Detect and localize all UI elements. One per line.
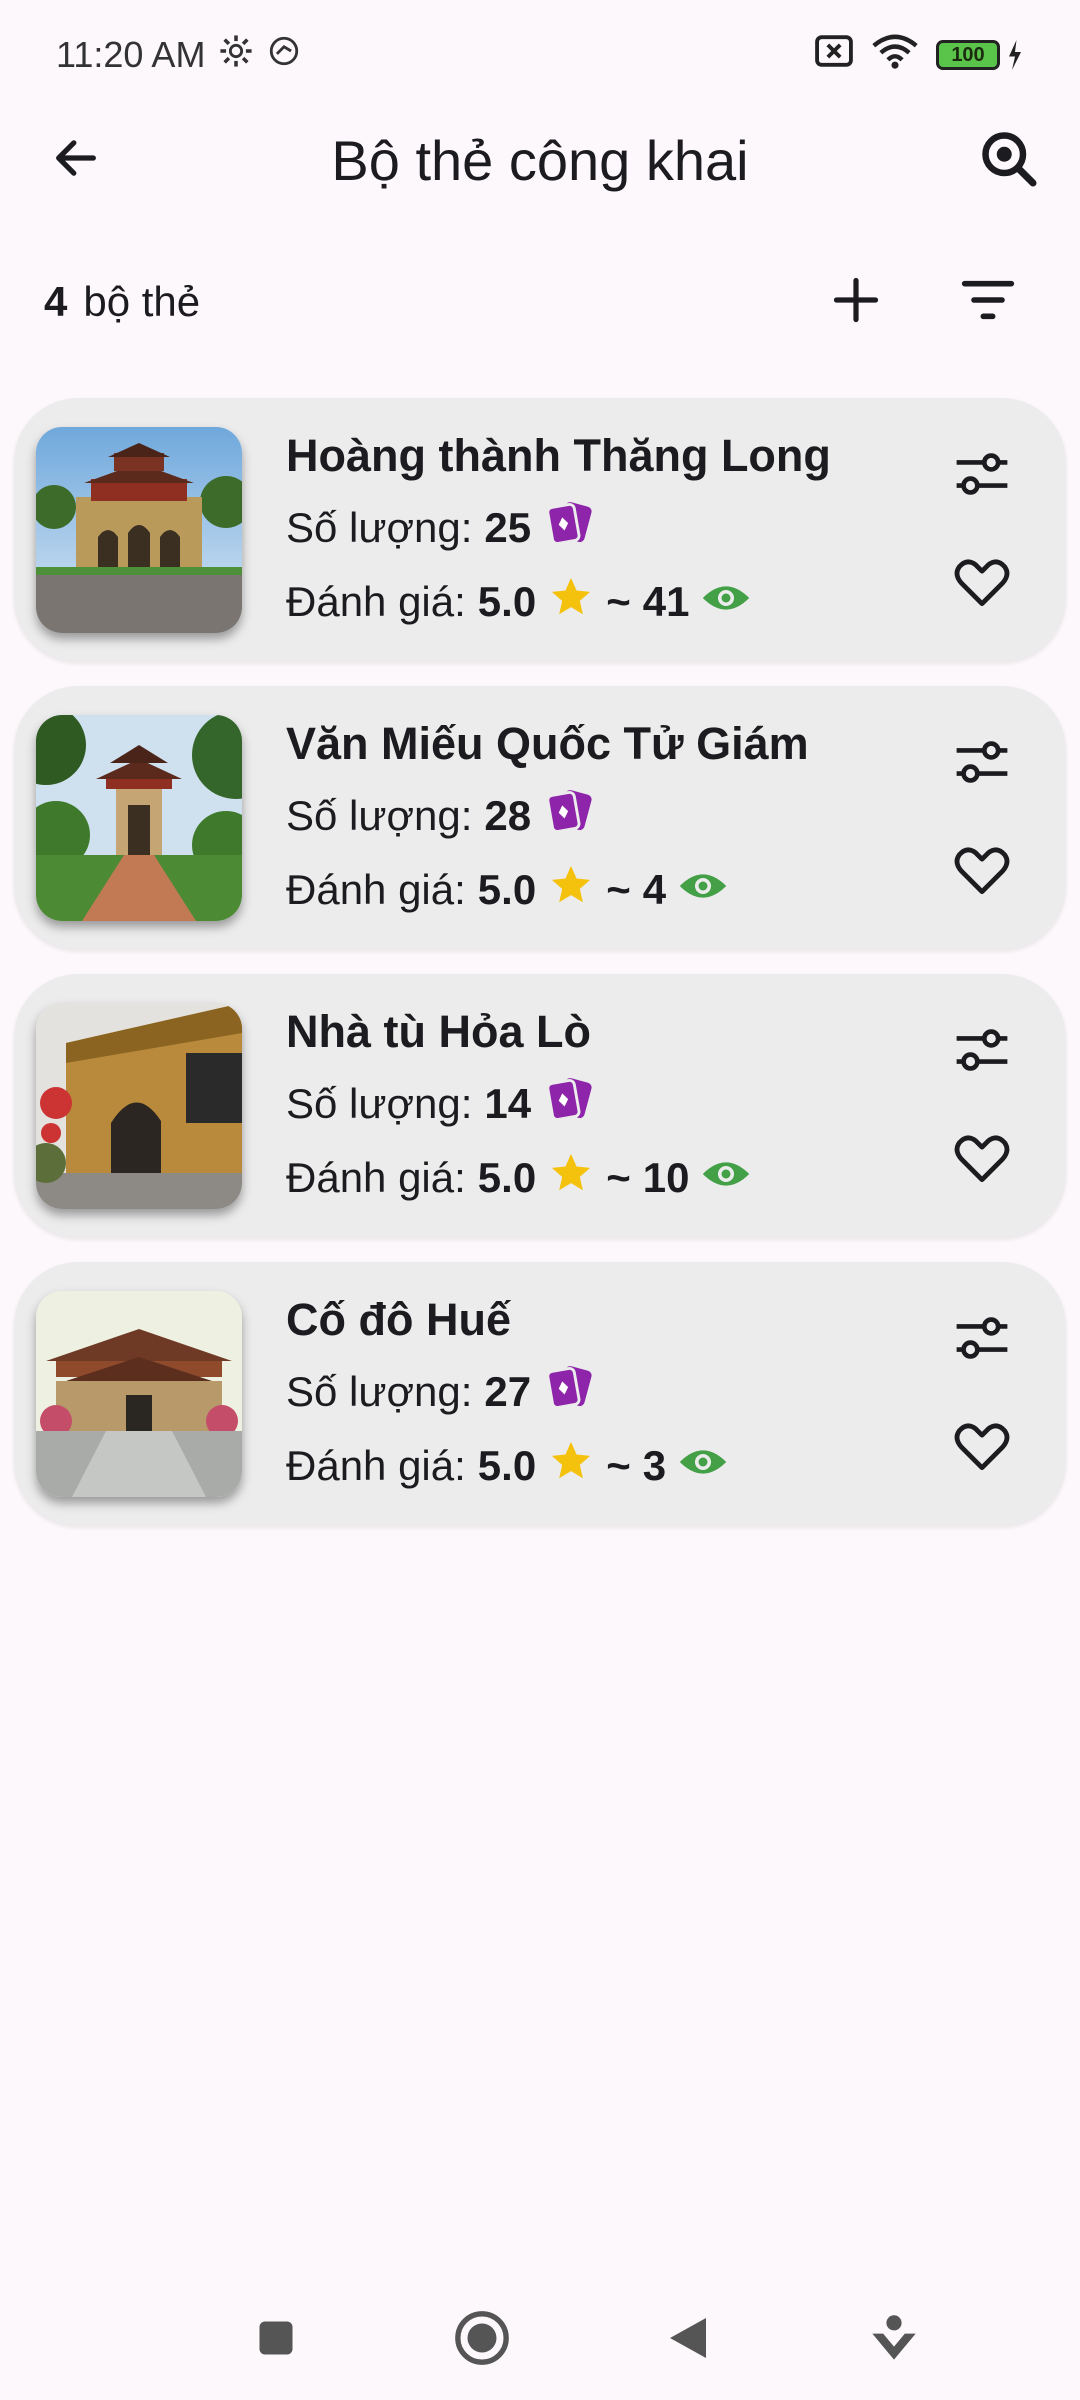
tilde: ~: [606, 578, 631, 625]
views-value: 4: [642, 866, 667, 913]
sliders-icon: [952, 448, 1012, 505]
battery-icon: 100: [936, 40, 1024, 70]
search-icon: [978, 128, 1038, 193]
cards-icon: [543, 1076, 595, 1132]
tilde: ~: [606, 1154, 631, 1201]
quantity-label: Số lượng:: [286, 504, 473, 551]
quantity-label: Số lượng:: [286, 792, 473, 839]
battery-level: 100: [936, 40, 1000, 70]
rating-label: Đánh giá:: [286, 866, 466, 913]
deck-summary: 4 bộ thẻ: [0, 252, 1080, 352]
back-button[interactable]: [28, 112, 124, 208]
settings-gear-icon: [219, 34, 253, 77]
plus-icon: [830, 274, 882, 331]
star-icon: [548, 1150, 594, 1206]
deck-settings-button[interactable]: [934, 1292, 1030, 1388]
filter-icon: [960, 276, 1016, 329]
deck-thumbnail: [36, 1003, 242, 1209]
search-button[interactable]: [960, 112, 1056, 208]
deck-list: Hoàng thành Thăng Long Số lượng: 25 Đánh…: [14, 398, 1066, 1526]
favorite-button[interactable]: [934, 1400, 1030, 1496]
sliders-icon: [952, 736, 1012, 793]
quantity-label: Số lượng:: [286, 1080, 473, 1127]
deck-card[interactable]: Văn Miếu Quốc Tử Giám Số lượng: 28 Đánh …: [14, 686, 1066, 950]
quantity-value: 28: [484, 792, 532, 839]
star-icon: [548, 1438, 594, 1494]
status-bar: 11:20 AM 100: [0, 0, 1080, 110]
square-icon: [254, 2316, 298, 2365]
views-value: 10: [642, 1154, 690, 1201]
cards-icon: [543, 1364, 595, 1420]
status-time: 11:20 AM: [56, 34, 206, 75]
eye-icon: [701, 1154, 751, 1202]
assistant-icon: [868, 2312, 920, 2369]
back-nav-button[interactable]: [640, 2292, 736, 2388]
deck-thumbnail: [36, 427, 242, 633]
sim-off-icon: [814, 34, 854, 77]
deck-settings-button[interactable]: [934, 1004, 1030, 1100]
app-bar: Bộ thẻ công khai: [0, 110, 1080, 210]
deck-thumbnail: [36, 1291, 242, 1497]
deck-settings-button[interactable]: [934, 716, 1030, 812]
wifi-icon: [872, 33, 918, 78]
eye-icon: [701, 578, 751, 626]
favorite-button[interactable]: [934, 1112, 1030, 1208]
sync-icon: [267, 34, 301, 77]
star-icon: [548, 862, 594, 918]
quantity-label: Số lượng:: [286, 1368, 473, 1415]
eye-icon: [678, 866, 728, 914]
sliders-icon: [952, 1312, 1012, 1369]
deck-settings-button[interactable]: [934, 428, 1030, 524]
home-circle-icon: [453, 2309, 511, 2372]
arrow-back-icon: [50, 132, 102, 189]
views-value: 41: [642, 578, 690, 625]
system-nav-bar: [0, 2280, 1080, 2400]
triangle-back-icon: [666, 2314, 710, 2367]
deck-card[interactable]: Hoàng thành Thăng Long Số lượng: 25 Đánh…: [14, 398, 1066, 662]
heart-outline-icon: [953, 1132, 1011, 1189]
recents-button[interactable]: [228, 2292, 324, 2388]
rating-value: 5.0: [477, 1442, 537, 1489]
rating-value: 5.0: [477, 1154, 537, 1201]
quantity-value: 25: [484, 504, 532, 551]
home-button[interactable]: [434, 2292, 530, 2388]
sliders-icon: [952, 1024, 1012, 1081]
heart-outline-icon: [953, 844, 1011, 901]
favorite-button[interactable]: [934, 536, 1030, 632]
page-title: Bộ thẻ công khai: [331, 128, 749, 192]
filter-button[interactable]: [940, 254, 1036, 350]
quantity-value: 27: [484, 1368, 532, 1415]
rating-value: 5.0: [477, 866, 537, 913]
tilde: ~: [606, 866, 631, 913]
favorite-button[interactable]: [934, 824, 1030, 920]
cards-icon: [543, 788, 595, 844]
rating-value: 5.0: [477, 578, 537, 625]
deck-card[interactable]: Cố đô Huế Số lượng: 27 Đánh giá: 5.0 ~ 3: [14, 1262, 1066, 1526]
eye-icon: [678, 1442, 728, 1490]
deck-count-label: bộ thẻ: [83, 278, 201, 325]
rating-label: Đánh giá:: [286, 1154, 466, 1201]
heart-outline-icon: [953, 1420, 1011, 1477]
rating-label: Đánh giá:: [286, 1442, 466, 1489]
deck-thumbnail: [36, 715, 242, 921]
deck-count: 4: [44, 278, 68, 325]
assistant-button[interactable]: [846, 2292, 942, 2388]
tilde: ~: [606, 1442, 631, 1489]
cards-icon: [543, 500, 595, 556]
views-value: 3: [642, 1442, 667, 1489]
add-deck-button[interactable]: [808, 254, 904, 350]
deck-card[interactable]: Nhà tù Hỏa Lò Số lượng: 14 Đánh giá: 5.0…: [14, 974, 1066, 1238]
star-icon: [548, 574, 594, 630]
heart-outline-icon: [953, 556, 1011, 613]
rating-label: Đánh giá:: [286, 578, 466, 625]
quantity-value: 14: [484, 1080, 532, 1127]
